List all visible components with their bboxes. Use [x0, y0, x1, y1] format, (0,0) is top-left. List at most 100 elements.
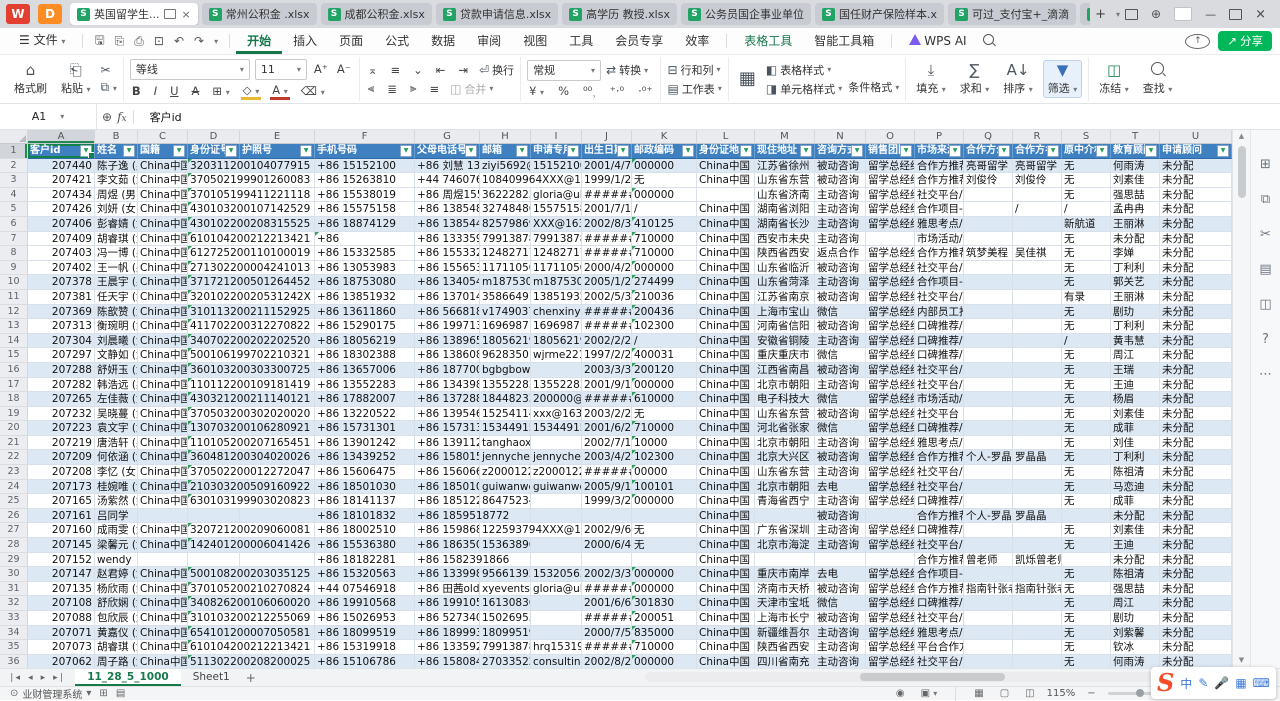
cell[interactable] [964, 392, 1013, 407]
stamp-icon[interactable]: ▣ ▾ [917, 688, 942, 699]
page-break-view-icon[interactable]: ◫ [1021, 688, 1038, 699]
new-tab-button[interactable]: + [1090, 7, 1111, 22]
fill-button[interactable]: ⤓填充 ▾ [912, 61, 950, 97]
column-header-P[interactable]: P [915, 130, 964, 144]
formula-value[interactable]: 客户id [150, 109, 182, 125]
cell[interactable]: 李婵 [1111, 246, 1160, 261]
column-header-D[interactable]: D [188, 130, 240, 144]
scissors-icon[interactable]: ✂ [1260, 228, 1271, 241]
column-header-L[interactable]: L [697, 130, 755, 144]
cell[interactable] [1013, 436, 1062, 451]
row-number[interactable]: 28 [0, 538, 28, 553]
cell[interactable]: 罗晶晶 [1013, 509, 1062, 524]
cell[interactable]: 王迪 [1111, 378, 1160, 393]
cell[interactable]: 864752343 [480, 494, 531, 509]
cell[interactable]: 留学总经纪 [866, 275, 915, 290]
scroll-up-icon[interactable]: ▲ [1239, 130, 1244, 142]
cell[interactable]: 110112200109181419 [188, 378, 315, 393]
sogou-input-toolbar[interactable]: S 中 ✎ 🎤 ▦ ⌨ [1151, 667, 1276, 699]
cell[interactable]: 000000 [632, 378, 697, 393]
cell[interactable]: XXX@163. [531, 217, 582, 232]
cell[interactable] [964, 407, 1013, 422]
cell[interactable]: +86 1863505000 [415, 538, 480, 553]
header-cell[interactable]: 申请顾问▼ [1160, 144, 1232, 159]
cut-icon[interactable]: ✂ [101, 63, 117, 77]
cell[interactable]: 衡琬明 (女 [95, 319, 138, 334]
cell[interactable]: 200051 [632, 611, 697, 626]
row-number[interactable]: 10 [0, 275, 28, 290]
cell[interactable]: +86 18753080 [315, 275, 415, 290]
cell[interactable]: 杨眉 [1111, 392, 1160, 407]
header-cell[interactable]: 合作方名▼ [1013, 144, 1062, 159]
cell[interactable]: China中国 [697, 363, 755, 378]
cell[interactable]: 被动咨询 [815, 290, 866, 305]
cell[interactable]: 刘妍 (女) [95, 202, 138, 217]
italic-button[interactable]: I [152, 84, 159, 98]
upload-cloud-icon[interactable]: ↑ [1185, 34, 1210, 49]
column-header-K[interactable]: K [632, 130, 697, 144]
cell[interactable]: 301830 [632, 596, 697, 611]
row-number[interactable]: 21 [0, 436, 28, 451]
increase-indent-icon[interactable]: ⇥ [456, 63, 470, 77]
cell[interactable]: 社交平台 [915, 407, 964, 422]
header-cell[interactable]: 姓名▼ [95, 144, 138, 159]
cell[interactable]: 15320563 [531, 567, 582, 582]
insert-function-icon[interactable]: fx [117, 110, 127, 124]
cell[interactable]: 丁利利 [1111, 450, 1160, 465]
cell[interactable]: / [1062, 334, 1111, 349]
cell[interactable]: 未分配 [1160, 611, 1232, 626]
cell[interactable] [531, 553, 582, 568]
cell[interactable]: 2001/7/14 [582, 202, 632, 217]
cell[interactable]: 无 [632, 407, 697, 422]
cell[interactable]: +86 1386083127 [415, 348, 480, 363]
cell[interactable]: 周煜 (男) [95, 188, 138, 203]
cell[interactable] [138, 509, 188, 524]
close-button[interactable]: × [1255, 7, 1266, 22]
borders-button[interactable]: ⊞ ▾ [210, 84, 231, 98]
column-header-S[interactable]: S [1062, 130, 1111, 144]
cell[interactable]: 山东省东营 [755, 173, 815, 188]
cell[interactable]: 主动咨询 [815, 232, 866, 247]
cell[interactable]: 207147 [28, 567, 95, 582]
font-size-select[interactable]: 11▾ [255, 59, 307, 80]
cell[interactable]: 山东省临沂 [755, 261, 815, 276]
cell[interactable]: China中国 [138, 611, 188, 626]
cell[interactable]: guiwanwei [480, 480, 531, 495]
cell[interactable]: China中国 [138, 538, 188, 553]
cond-format-button[interactable]: 条件格式 ▾ [848, 79, 899, 95]
cell[interactable]: 无 [1062, 480, 1111, 495]
cell[interactable]: 成菲 [1111, 421, 1160, 436]
cell[interactable]: 陈祖清 [1111, 567, 1160, 582]
cell[interactable]: 207297 [28, 348, 95, 363]
cell[interactable] [964, 523, 1013, 538]
cell[interactable]: 2005/1/26 [582, 275, 632, 290]
cell[interactable]: China中国 [138, 305, 188, 320]
cell[interactable]: 北京市海淀 [755, 538, 815, 553]
window-icon[interactable]: ⧉ [1261, 193, 1270, 206]
cell[interactable]: m1875308 [480, 275, 531, 290]
column-header-N[interactable]: N [815, 130, 866, 144]
filter-dropdown-icon[interactable]: ▼ [465, 145, 477, 157]
cell[interactable]: 强思喆 [1111, 582, 1160, 597]
cell[interactable]: 370105199411221118 [188, 188, 315, 203]
cell[interactable]: +44 07546918 [315, 582, 415, 597]
cell[interactable]: 社交平台/ [915, 188, 964, 203]
styles-panel-icon[interactable]: ◫ [1259, 298, 1271, 311]
cell[interactable]: 留学总经纪 [866, 450, 915, 465]
cell[interactable]: 去电 [815, 567, 866, 582]
cell[interactable]: 被动咨询 [815, 261, 866, 276]
cell[interactable]: 口碑推荐/ [915, 421, 964, 436]
cell[interactable]: 430103200107142529 [188, 202, 315, 217]
clear-format-button[interactable]: ⌫ ▾ [299, 84, 327, 98]
cell[interactable]: 山东省东营 [755, 465, 815, 480]
cell[interactable]: China中国 [697, 611, 755, 626]
cell[interactable]: tanghaoxu [480, 436, 531, 451]
cell[interactable]: 左佳薇 (女 [95, 392, 138, 407]
font-color-button[interactable]: A ▾ [270, 83, 290, 100]
cell[interactable]: 340826200106060020 [188, 596, 315, 611]
cell[interactable]: 微信 [815, 392, 866, 407]
cell[interactable] [582, 553, 632, 568]
filter-dropdown-icon[interactable]: ▼ [800, 145, 812, 157]
cell[interactable]: China中国 [697, 421, 755, 436]
menu-item-会员专享[interactable]: 会员专享 [604, 28, 674, 54]
